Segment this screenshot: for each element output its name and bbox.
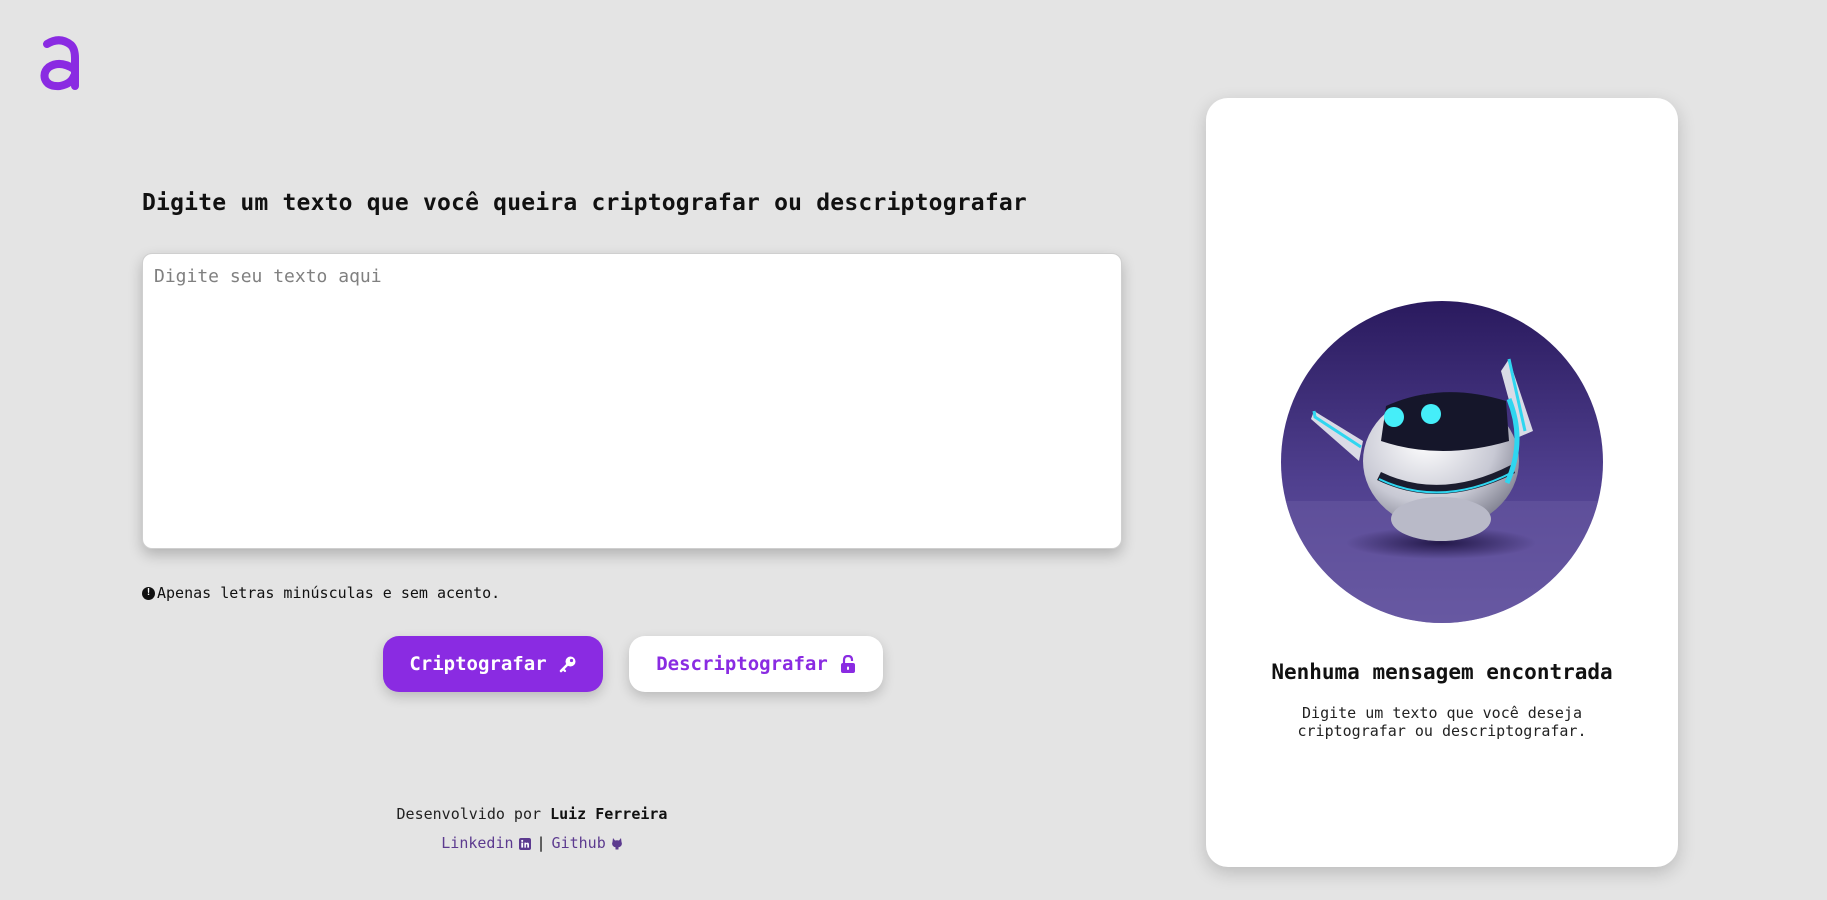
- text-input[interactable]: [142, 253, 1122, 549]
- encrypt-button[interactable]: Criptografar: [383, 636, 603, 692]
- footer-links: Linkedin | Github: [142, 829, 922, 858]
- input-hint: ! Apenas letras minúsculas e sem acento.: [142, 584, 500, 602]
- footer-separator: |: [536, 834, 546, 852]
- footer-author: Luiz Ferreira: [550, 805, 668, 823]
- result-title: Nenhuma mensagem encontrada: [1271, 660, 1613, 684]
- page-heading: Digite um texto que você queira criptogr…: [142, 190, 1027, 216]
- action-buttons: Criptografar Descriptografar: [383, 636, 883, 692]
- result-panel: Nenhuma mensagem encontrada Digite um te…: [1206, 98, 1678, 867]
- hint-text: Apenas letras minúsculas e sem acento.: [157, 584, 501, 602]
- github-label: Github: [551, 834, 606, 852]
- footer-developed-by: Desenvolvido por: [396, 805, 542, 823]
- unlock-icon: [840, 655, 855, 673]
- linkedin-label: Linkedin: [441, 834, 514, 852]
- github-icon: [611, 838, 622, 850]
- footer: Desenvolvido por Luiz Ferreira Linkedin |…: [142, 800, 922, 858]
- footer-credit: Desenvolvido por Luiz Ferreira: [142, 800, 922, 829]
- robot-illustration: [1281, 301, 1603, 623]
- encrypt-button-label: Criptografar: [409, 653, 547, 675]
- info-icon: !: [142, 586, 155, 600]
- linkedin-link[interactable]: Linkedin: [441, 834, 531, 852]
- linkedin-icon: [518, 838, 531, 850]
- github-link[interactable]: Github: [552, 834, 623, 852]
- logo-icon: [40, 36, 79, 91]
- decrypt-button[interactable]: Descriptografar: [629, 636, 883, 692]
- result-text: Digite um texto que você deseja criptogr…: [1297, 704, 1587, 740]
- decrypt-button-label: Descriptografar: [656, 653, 828, 675]
- key-icon: [559, 656, 576, 673]
